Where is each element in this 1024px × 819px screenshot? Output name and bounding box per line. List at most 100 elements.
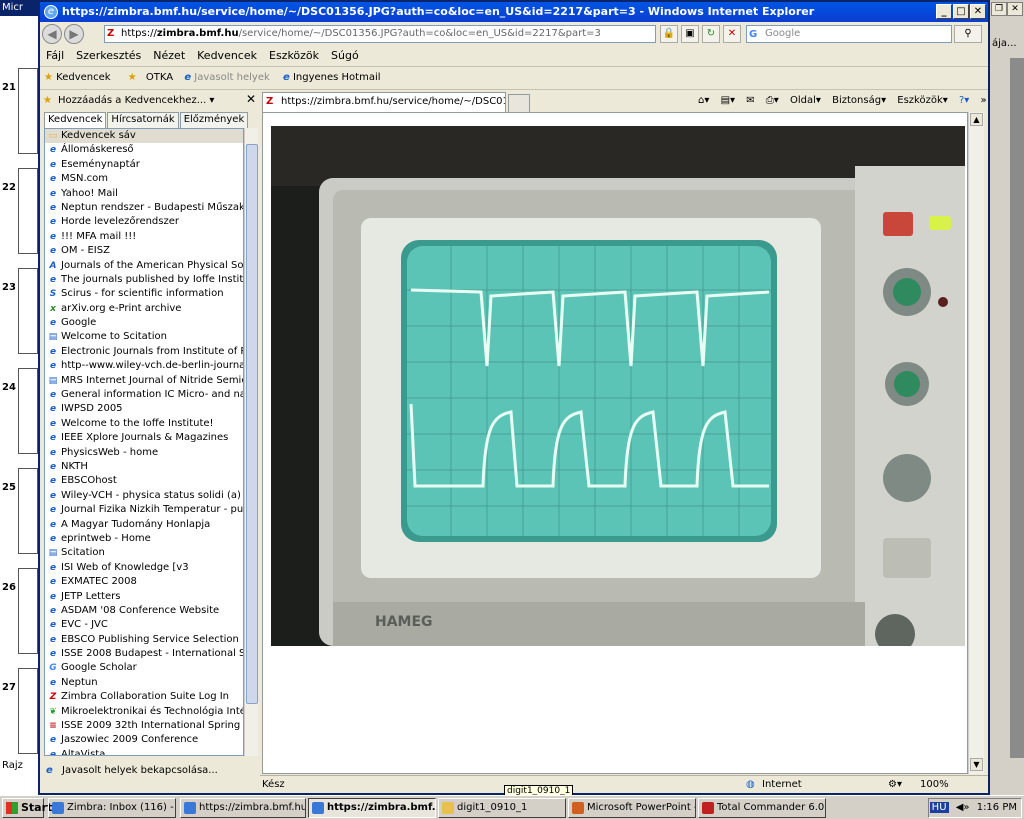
favorite-item[interactable]: e Journal Fizika Nizkih Temperatur - publ…	[45, 503, 243, 517]
draw-menu[interactable]: Rajz	[2, 760, 23, 771]
taskbar-button[interactable]: Zimbra: Inbox (116) - Wi...	[48, 798, 176, 818]
favorite-item[interactable]: e Neptun	[45, 676, 243, 690]
close-button[interactable]: ✕	[970, 4, 986, 19]
favorite-item[interactable]: ❦ Mikroelektronikai és Technológia Intéze…	[45, 705, 243, 719]
favorite-item[interactable]: e EVC - JVC	[45, 618, 243, 632]
otka-link[interactable]: OTKA	[146, 72, 173, 83]
volume-icon[interactable]: ◀»	[956, 802, 970, 813]
favorite-item[interactable]: ▤ Welcome to Scitation	[45, 330, 243, 344]
taskbar-button[interactable]: digit1_0910_1	[438, 798, 566, 818]
favorite-item[interactable]: e Yahoo! Mail	[45, 187, 243, 201]
close-icon[interactable]: ✕	[1007, 2, 1023, 16]
favorite-item[interactable]: e Google	[45, 316, 243, 330]
taskbar-button[interactable]: https://zimbra.bmf.h...	[308, 798, 436, 818]
language-indicator[interactable]: HU	[929, 802, 949, 813]
menu-item[interactable]: Súgó	[331, 49, 359, 62]
menu-item[interactable]: Kedvencek	[197, 49, 257, 62]
favorite-item[interactable]: e EBSCOhost	[45, 474, 243, 488]
favorite-item[interactable]: e NKTH	[45, 460, 243, 474]
enable-suggested-sites-link[interactable]: e Javasolt helyek bekapcsolása...	[44, 762, 254, 780]
page-menu[interactable]: Oldal	[790, 95, 816, 106]
favorite-item[interactable]: e A Magyar Tudomány Honlapja	[45, 518, 243, 532]
minimize-button[interactable]: _	[936, 4, 952, 19]
favorite-item[interactable]: e ISSE 2008 Budapest - International Spri…	[45, 647, 243, 661]
clock[interactable]: 1:16 PM	[977, 802, 1017, 813]
chevron-more-icon[interactable]: »	[981, 95, 987, 106]
menu-item[interactable]: Szerkesztés	[76, 49, 141, 62]
favorite-item[interactable]: G Google Scholar	[45, 661, 243, 675]
hotmail-link[interactable]: Ingyenes Hotmail	[293, 72, 381, 83]
favorite-item[interactable]: e Welcome to the Ioffe Institute!	[45, 417, 243, 431]
slide-thumbnail[interactable]	[18, 668, 38, 754]
close-panel-icon[interactable]: ✕	[246, 92, 256, 106]
favorites-tab[interactable]: Kedvencek	[44, 112, 107, 128]
start-button[interactable]: Start	[2, 798, 52, 818]
restore-icon[interactable]: ❐	[991, 2, 1007, 16]
slide-thumbnail[interactable]	[18, 68, 38, 154]
favorite-item[interactable]: e ASDAM '08 Conference Website	[45, 604, 243, 618]
zoom-level[interactable]: 100%	[920, 776, 949, 794]
favorites-button[interactable]: Kedvencek	[56, 72, 110, 83]
favorite-item[interactable]: e eprintweb - Home	[45, 532, 243, 546]
compatibility-icon[interactable]: ▣	[681, 25, 699, 43]
menu-item[interactable]: Fájl	[46, 49, 64, 62]
favorite-item[interactable]: e Wiley-VCH - physica status solidi (a) -…	[45, 489, 243, 503]
slide-thumbnail[interactable]	[18, 268, 38, 354]
feeds-icon[interactable]: ▤▾	[721, 95, 735, 106]
favorite-item[interactable]: e Eseménynaptár	[45, 158, 243, 172]
search-icon[interactable]: ⚲	[954, 25, 982, 43]
background-window-title[interactable]: Micr	[0, 0, 40, 16]
safety-menu[interactable]: Biztonság	[832, 95, 881, 106]
slide-thumbnail[interactable]	[18, 568, 38, 654]
favorite-item[interactable]: e Horde levelezőrendszer	[45, 215, 243, 229]
tab-current-page[interactable]: Z https://zimbra.bmf.hu/service/home/~/D…	[262, 92, 506, 112]
favorite-item[interactable]: e The journals published by Ioffe Institu…	[45, 273, 243, 287]
home-icon[interactable]: ⌂▾	[698, 95, 709, 106]
favorite-item[interactable]: e MSN.com	[45, 172, 243, 186]
favorite-item[interactable]: e JETP Letters	[45, 590, 243, 604]
scroll-up-icon[interactable]: ▲	[970, 113, 983, 126]
forward-button[interactable]: ▶	[64, 24, 84, 44]
scroll-down-icon[interactable]: ▼	[970, 758, 983, 771]
stop-icon[interactable]: ✕	[723, 25, 741, 43]
address-bar[interactable]: Z https://zimbra.bmf.hu/service/home/~/D…	[104, 25, 656, 43]
favorite-item[interactable]: e OM - EISZ	[45, 244, 243, 258]
new-tab-button[interactable]	[508, 94, 530, 112]
print-icon[interactable]: ⎙▾	[766, 95, 779, 106]
tools-menu[interactable]: Eszközök	[897, 95, 943, 106]
favorite-item[interactable]: e General information IC Micro- and nanoe…	[45, 388, 243, 402]
favorite-item[interactable]: ▤MRS Internet Journal of Nitride Semicon…	[45, 374, 243, 388]
lock-icon[interactable]: 🔒	[660, 25, 678, 43]
help-icon[interactable]: ?▾	[959, 95, 969, 106]
favorite-item[interactable]: e !!! MFA mail !!!	[45, 230, 243, 244]
taskbar-button[interactable]: Microsoft PowerPoint - [...	[568, 798, 696, 818]
favorite-item[interactable]: e EBSCO Publishing Service Selection Page	[45, 633, 243, 647]
oscilloscope-photo[interactable]: HAMEG	[271, 126, 965, 646]
favorite-item[interactable]: e PhysicsWeb - home	[45, 446, 243, 460]
favorite-item[interactable]: ≡ ISSE 2009 32th International Spring Sem…	[45, 719, 243, 733]
favorite-item[interactable]: e IWPSD 2005	[45, 402, 243, 416]
taskbar-button[interactable]: https://zimbra.bmf.hu/s...	[180, 798, 306, 818]
maximize-button[interactable]: □	[953, 4, 969, 19]
favorite-item[interactable]: ▭ Kedvencek sáv	[45, 129, 243, 144]
favorite-item[interactable]: A Journals of the American Physical Socie…	[45, 259, 243, 273]
favorite-item[interactable]: e Állomáskereső	[45, 143, 243, 157]
slide-thumbnail[interactable]	[18, 168, 38, 254]
security-zone[interactable]: Internet	[762, 776, 802, 794]
favorites-tab[interactable]: Előzmények	[179, 112, 249, 128]
add-to-favorites-button[interactable]: ★ Hozzáadás a Kedvencekhez... ▾	[42, 92, 252, 110]
menu-item[interactable]: Eszközök	[269, 49, 319, 62]
slide-thumbnail[interactable]	[18, 468, 38, 554]
favorite-item[interactable]: e IEEE Xplore Journals & Magazines	[45, 431, 243, 445]
favorite-item[interactable]: S Scirus - for scientific information	[45, 287, 243, 301]
favorite-item[interactable]: Z Zimbra Collaboration Suite Log In	[45, 690, 243, 704]
add-favorite-icon[interactable]: ★	[128, 72, 137, 83]
mail-icon[interactable]: ✉	[746, 95, 754, 106]
favorite-item[interactable]: e AltaVista	[45, 748, 243, 755]
window-title[interactable]: https://zimbra.bmf.hu/service/home/~/DSC…	[40, 2, 988, 22]
favorite-item[interactable]: e Electronic Journals from Institute of P…	[45, 345, 243, 359]
suggested-sites-link[interactable]: Javasolt helyek	[194, 72, 269, 83]
back-button[interactable]: ◀	[42, 24, 62, 44]
search-input[interactable]: G Google	[746, 25, 952, 43]
favorite-item[interactable]: e Jaszowiec 2009 Conference	[45, 733, 243, 747]
